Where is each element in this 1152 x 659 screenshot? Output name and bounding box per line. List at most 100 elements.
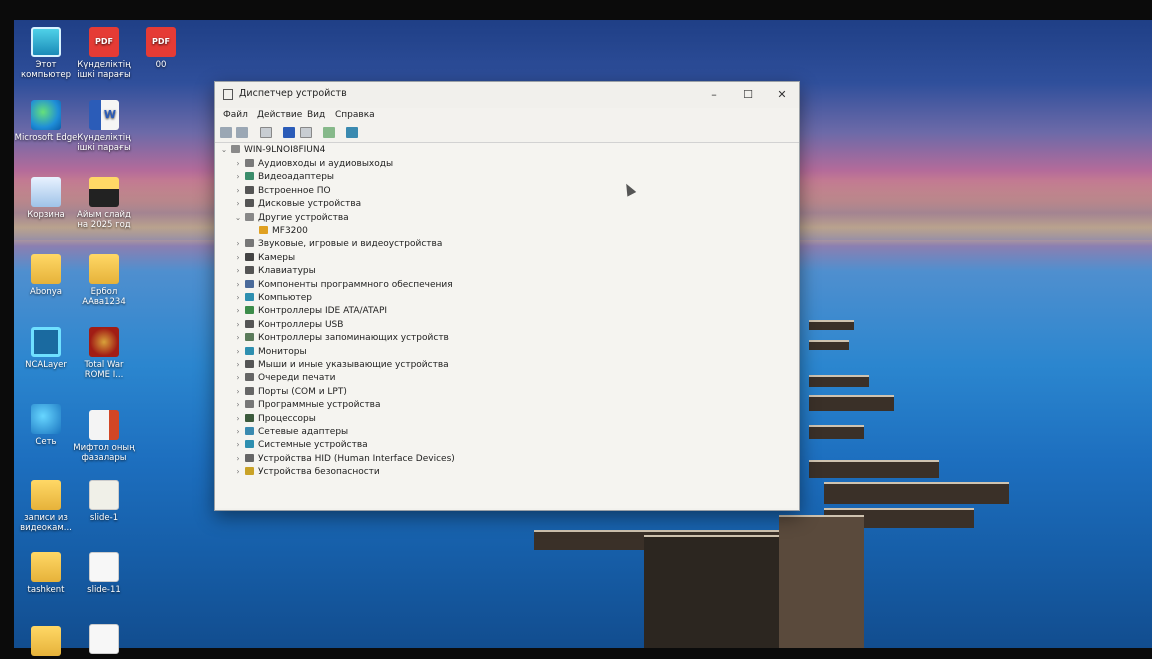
device-row[interactable]: MF3200 — [257, 225, 308, 237]
recycle-bin-icon — [31, 177, 61, 207]
chevron-right-icon[interactable]: › — [233, 332, 243, 344]
device-category-row[interactable]: › Дисковые устройства — [233, 198, 361, 210]
chevron-right-icon[interactable]: › — [233, 198, 243, 210]
help-icon[interactable] — [283, 127, 295, 138]
desktop-icon-network[interactable]: Сеть — [14, 404, 78, 447]
audio-icon — [245, 159, 254, 167]
device-manager-window[interactable]: Диспетчер устройств – ☐ ✕ Файл Действие … — [214, 81, 800, 511]
device-category-row[interactable]: › Камеры — [233, 252, 295, 264]
menu-help[interactable]: Справка — [335, 110, 375, 120]
folder-icon — [89, 254, 119, 284]
camera-icon — [245, 252, 254, 261]
device-category-row[interactable]: › Контроллеры USB — [233, 319, 343, 331]
device-category-row[interactable]: › Очереди печати — [233, 372, 335, 384]
desktop-icon-edge[interactable]: Microsoft Edge — [14, 100, 78, 143]
device-category-label: Мыши и иные указывающие устройства — [258, 360, 449, 370]
chevron-right-icon[interactable]: › — [233, 305, 243, 317]
this-pc-icon — [31, 27, 61, 57]
chevron-right-icon[interactable]: › — [233, 265, 243, 277]
chevron-right-icon[interactable]: › — [233, 359, 243, 371]
chevron-right-icon[interactable]: › — [233, 466, 243, 478]
chevron-right-icon[interactable]: › — [233, 279, 243, 291]
desktop-icon-label: Корзина — [27, 210, 65, 220]
desktop-icon-myth-phases[interactable]: Мифтол оның фазалары — [72, 410, 136, 463]
desktop-icon-abonya[interactable]: Abonya — [14, 254, 78, 297]
desktop-icon-slide-11[interactable]: slide-11 — [72, 552, 136, 595]
view-icon[interactable] — [300, 127, 312, 138]
desktop-icon-partial-doc[interactable] — [72, 624, 136, 657]
close-button[interactable]: ✕ — [765, 84, 799, 106]
device-category-row[interactable]: › Мониторы — [233, 346, 307, 358]
chevron-right-icon[interactable]: › — [233, 171, 243, 183]
device-category-row[interactable]: › Звуковые, игровые и видеоустройства — [233, 238, 442, 250]
device-category-label: Компоненты программного обеспечения — [258, 279, 453, 290]
device-category-row[interactable]: › Компьютер — [233, 292, 312, 304]
word-file-icon: W — [89, 100, 119, 130]
device-category-row[interactable]: › Процессоры — [233, 413, 316, 425]
device-category-row[interactable]: › Встроенное ПО — [233, 185, 331, 197]
device-category-row[interactable]: › Мыши и иные указывающие устройства — [233, 359, 449, 371]
desktop-icon-label: Abonya — [29, 287, 63, 297]
desktop-icon-pdf-1[interactable]: PDF Күнделіктің ішкі парағы — [72, 27, 136, 80]
desktop-icon-pdf-00[interactable]: PDF 00 — [129, 27, 193, 70]
device-category-label: Сетевые адаптеры — [258, 427, 349, 437]
device-category-row[interactable]: ⌄ Другие устройства — [233, 212, 349, 224]
menu-file[interactable]: Файл — [223, 110, 248, 120]
desktop-icon-ncalayer[interactable]: NCALayer — [14, 327, 78, 370]
update-driver-icon[interactable] — [323, 127, 335, 138]
back-icon[interactable] — [220, 127, 232, 138]
chevron-right-icon[interactable]: › — [233, 386, 243, 398]
desktop-icon-partial-folder[interactable] — [14, 626, 78, 659]
desktop-icon-erbol[interactable]: Ербол ААва1234 — [72, 254, 136, 307]
desktop-icon-tashkent[interactable]: tashkent — [14, 552, 78, 595]
device-category-row[interactable]: › Контроллеры запоминающих устройств — [233, 332, 449, 344]
forward-icon[interactable] — [236, 127, 248, 138]
device-category-row[interactable]: › Компоненты программного обеспечения — [233, 279, 453, 291]
chevron-right-icon[interactable]: › — [233, 399, 243, 411]
chevron-right-icon[interactable]: › — [233, 319, 243, 331]
device-category-row[interactable]: › Программные устройства — [233, 399, 381, 411]
desktop-icon-aiym-slide[interactable]: Айым слайд на 2025 год — [72, 177, 136, 230]
device-category-label: Мониторы — [258, 346, 307, 357]
desktop-icon-camera-records[interactable]: записи из видеокам... — [14, 480, 78, 533]
desktop-icon-word[interactable]: W Күнделіктің ішкі парағы — [72, 100, 136, 153]
device-category-row[interactable]: › Устройства безопасности — [233, 466, 380, 478]
device-category-row[interactable]: › Системные устройства — [233, 439, 368, 451]
keyboard-icon — [245, 266, 254, 275]
chevron-right-icon[interactable]: › — [233, 158, 243, 170]
chevron-right-icon[interactable]: › — [233, 413, 243, 425]
desktop-icon-total-war[interactable]: Total War ROME I... — [72, 327, 136, 380]
chevron-down-icon[interactable]: ⌄ — [233, 212, 243, 224]
device-category-row[interactable]: › Порты (COM и LPT) — [233, 386, 347, 398]
chevron-right-icon[interactable]: › — [233, 426, 243, 438]
chevron-right-icon[interactable]: › — [233, 185, 243, 197]
properties-icon[interactable] — [260, 127, 272, 138]
chevron-right-icon[interactable]: › — [233, 238, 243, 250]
chevron-right-icon[interactable]: › — [233, 439, 243, 451]
title-bar[interactable]: Диспетчер устройств – ☐ ✕ — [215, 82, 799, 108]
chevron-down-icon[interactable]: ⌄ — [219, 144, 229, 156]
device-category-row[interactable]: › Аудиовходы и аудиовыходы — [233, 158, 393, 170]
tree-root[interactable]: ⌄ WIN-9LNOI8FIUN4 — [219, 144, 325, 156]
maximize-button[interactable]: ☐ — [731, 84, 765, 106]
device-category-row[interactable]: › Контроллеры IDE ATA/ATAPI — [233, 305, 387, 317]
scan-hardware-icon[interactable] — [346, 127, 358, 138]
device-category-row[interactable]: › Сетевые адаптеры — [233, 426, 348, 438]
minimize-button[interactable]: – — [697, 84, 731, 106]
desktop-icon-label: Total War ROME I... — [84, 360, 124, 380]
menu-action[interactable]: Действие — [257, 110, 302, 120]
chevron-right-icon[interactable]: › — [233, 252, 243, 264]
desktop-icon-recycle-bin[interactable]: Корзина — [14, 177, 78, 220]
device-category-row[interactable]: › Клавиатуры — [233, 265, 316, 277]
chevron-right-icon[interactable]: › — [233, 372, 243, 384]
device-category-label: Другие устройства — [258, 212, 349, 223]
chevron-right-icon[interactable]: › — [233, 346, 243, 358]
desktop-icon-slide-1[interactable]: slide-1 — [72, 480, 136, 523]
chevron-right-icon[interactable]: › — [233, 453, 243, 465]
device-category-row[interactable]: › Видеоадаптеры — [233, 171, 334, 183]
device-category-row[interactable]: › Устройства HID (Human Interface Devices… — [233, 453, 455, 465]
chevron-right-icon[interactable]: › — [233, 292, 243, 304]
desktop-icon-this-pc[interactable]: Этот компьютер — [14, 27, 78, 80]
powerpoint-file-icon — [89, 410, 119, 440]
menu-view[interactable]: Вид — [307, 110, 325, 120]
